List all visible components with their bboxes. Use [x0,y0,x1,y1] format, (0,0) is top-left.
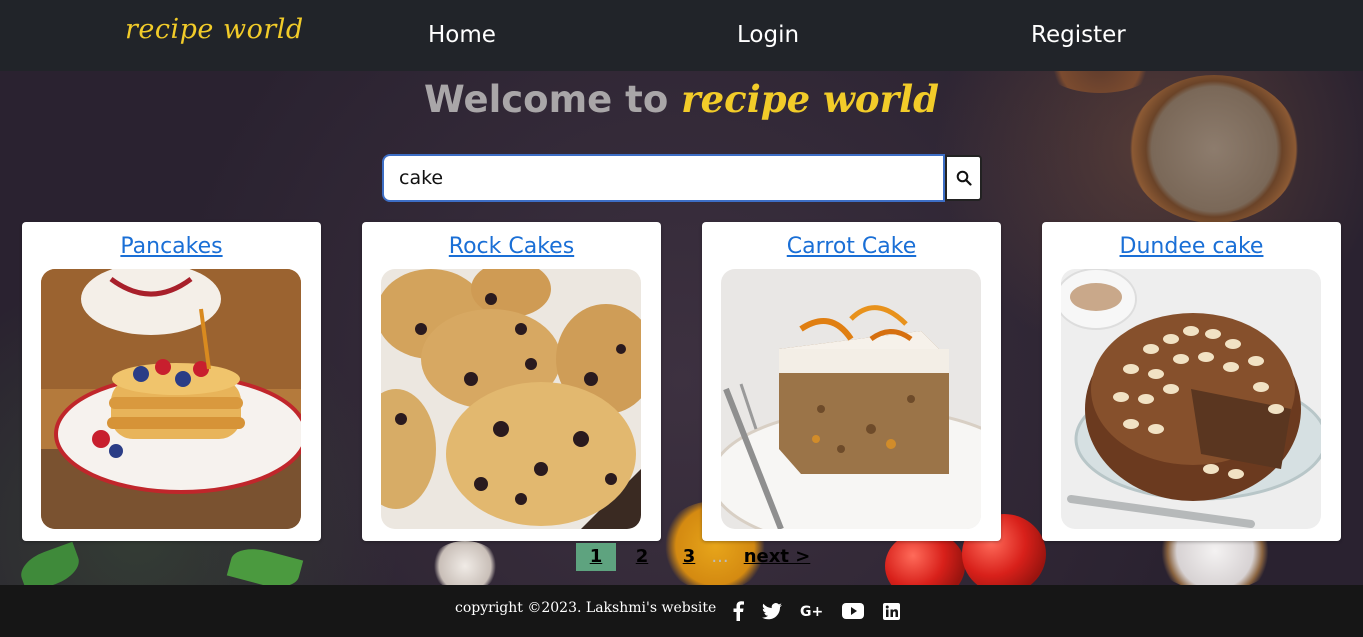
svg-text:G+: G+ [800,604,823,619]
recipe-title-link[interactable]: Carrot Cake [702,234,1001,259]
search-button[interactable] [945,155,982,201]
recipe-image[interactable] [1061,269,1321,529]
recipe-card: Rock Cakes [362,222,661,541]
search-input[interactable] [382,154,945,202]
pagination-next-link[interactable]: next > [742,543,812,571]
recipe-card: Pancakes [22,222,321,541]
recipe-title-link[interactable]: Rock Cakes [362,234,661,259]
recipe-title-link[interactable]: Dundee cake [1042,234,1341,259]
youtube-icon[interactable] [841,599,865,623]
recipe-title-link[interactable]: Pancakes [22,234,321,259]
decor-leaf [226,542,304,585]
brand-logo[interactable]: recipe world [125,14,304,45]
copyright-text: copyright ©2023. Lakshmi's website [455,600,717,616]
pagination-ellipsis: ... [711,546,729,567]
welcome-text: Welcome to [423,78,669,121]
recipe-card: Carrot Cake [702,222,1001,541]
welcome-brand: recipe world [681,77,940,121]
footer: copyright ©2023. Lakshmi's website G+ [0,585,1363,637]
recipe-image[interactable] [41,269,301,529]
decor-garlic [430,541,500,585]
navbar: recipe world Home Login Register [0,0,1363,71]
pagination-page-2[interactable]: 2 [628,543,656,571]
pagination-page-3[interactable]: 3 [675,543,703,571]
linkedin-icon[interactable] [879,599,903,623]
facebook-icon[interactable] [726,599,750,623]
recipe-image[interactable] [721,269,981,529]
twitter-icon[interactable] [760,599,784,623]
google-plus-icon[interactable]: G+ [800,599,824,623]
nav-home-link[interactable]: Home [428,22,496,48]
recipe-card: Dundee cake [1042,222,1341,541]
search-icon [956,170,972,186]
recipe-image[interactable] [381,269,641,529]
decor-leaf [15,541,85,585]
nav-login-link[interactable]: Login [737,22,799,48]
nav-register-link[interactable]: Register [1031,22,1126,48]
welcome-heading: Welcome to recipe world [0,77,1363,121]
pagination-page-1[interactable]: 1 [576,543,616,571]
